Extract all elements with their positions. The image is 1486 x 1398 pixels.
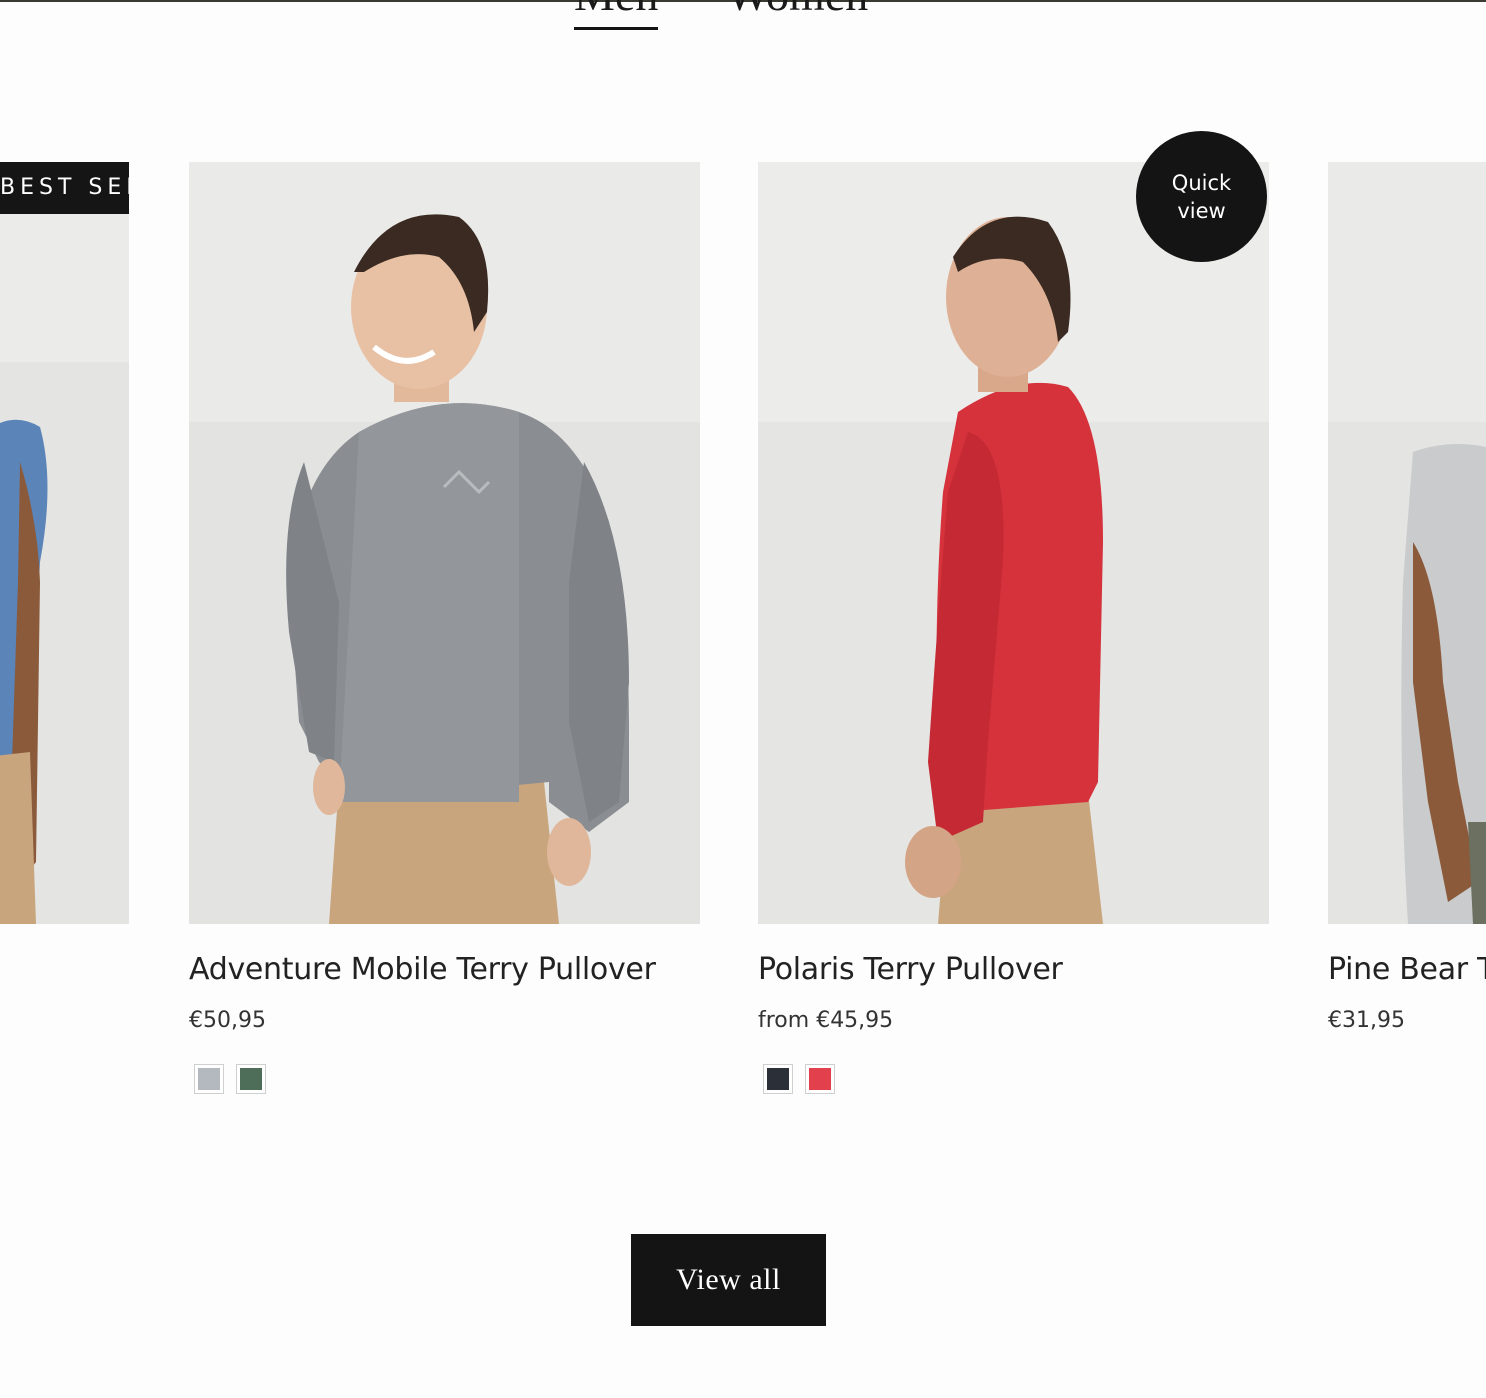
product-name[interactable]: Pine Bear T: [1328, 951, 1486, 989]
color-swatch-grey[interactable]: [194, 1064, 224, 1094]
quick-view-button[interactable]: Quick view: [1136, 131, 1267, 262]
color-swatch-green[interactable]: [236, 1064, 266, 1094]
color-swatch-red[interactable]: [805, 1064, 835, 1094]
product-name[interactable]: Polaris Terry Pullover: [758, 951, 1269, 989]
product-image[interactable]: [0, 162, 129, 924]
product-card-partial-left[interactable]: [0, 162, 129, 924]
model-photo: [1328, 162, 1486, 924]
product-price: €50,95: [189, 1008, 266, 1033]
model-photo: [0, 162, 129, 924]
product-price: from €45,95: [758, 1008, 894, 1033]
color-swatches: [189, 1064, 700, 1094]
quick-view-label: Quick view: [1171, 170, 1232, 223]
product-card-partial-right[interactable]: Pine Bear T €31,95: [1328, 162, 1486, 1035]
gender-tabs: Men Women: [560, 0, 882, 30]
color-swatches: [758, 1064, 1269, 1094]
product-image[interactable]: [1328, 162, 1486, 924]
view-all-button[interactable]: View all: [631, 1234, 826, 1326]
product-image[interactable]: [189, 162, 700, 924]
product-card[interactable]: Adventure Mobile Terry Pullover €50,95: [189, 162, 700, 1094]
tab-men[interactable]: Men: [560, 0, 672, 30]
product-price: €31,95: [1328, 1008, 1405, 1033]
product-carousel-section: Men Women BEST SELLING: [0, 0, 1486, 1398]
product-name[interactable]: Adventure Mobile Terry Pullover: [189, 951, 700, 989]
product-card[interactable]: Polaris Terry Pullover from €45,95: [758, 162, 1269, 1094]
product-image[interactable]: [758, 162, 1269, 924]
tab-women[interactable]: Women: [712, 0, 882, 30]
best-selling-badge: BEST SELLING: [0, 162, 129, 214]
color-swatch-navy[interactable]: [763, 1064, 793, 1094]
model-photo: [189, 162, 700, 924]
model-photo: [758, 162, 1269, 924]
